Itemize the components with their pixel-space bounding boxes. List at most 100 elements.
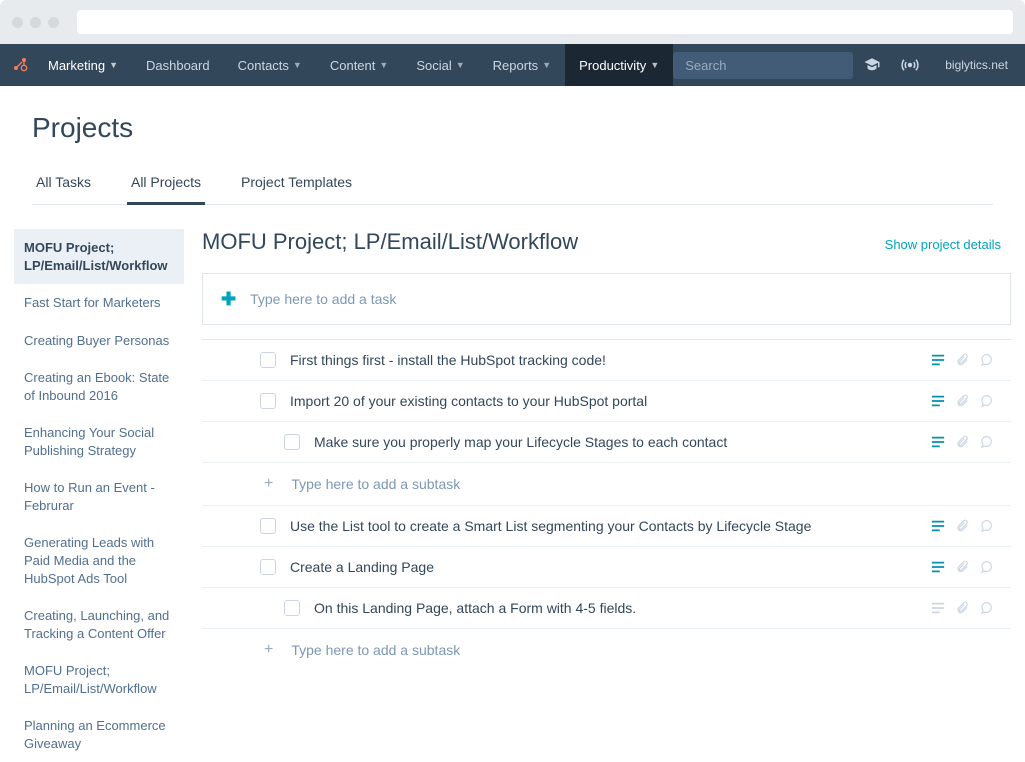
sidebar-item[interactable]: Creating an Ebook: State of Inbound 2016: [14, 359, 184, 414]
attachment-icon[interactable]: [955, 601, 969, 615]
task-text: Import 20 of your existing contacts to y…: [290, 393, 931, 409]
task-row[interactable]: Import 20 of your existing contacts to y…: [202, 380, 1011, 421]
attachment-icon[interactable]: [955, 394, 969, 408]
comment-icon[interactable]: [979, 560, 993, 574]
nav-social[interactable]: Social▼: [402, 44, 478, 86]
add-subtask-row[interactable]: + Type here to add a subtask: [202, 462, 1011, 505]
task-actions: [931, 394, 1001, 408]
plus-icon: ✚: [221, 290, 236, 308]
nav-contacts[interactable]: Contacts▼: [224, 44, 316, 86]
comment-icon[interactable]: [979, 435, 993, 449]
chevron-down-icon: ▼: [109, 60, 118, 70]
nav-content[interactable]: Content▼: [316, 44, 402, 86]
task-text: First things first - install the HubSpot…: [290, 352, 931, 368]
task-actions: [931, 353, 1001, 367]
sidebar-item[interactable]: MOFU Project; LP/Email/List/Workflow: [14, 229, 184, 284]
task-text: Make sure you properly map your Lifecycl…: [314, 434, 931, 450]
add-task-placeholder: Type here to add a task: [250, 291, 396, 307]
project-title: MOFU Project; LP/Email/List/Workflow: [202, 229, 578, 255]
comment-icon[interactable]: [979, 353, 993, 367]
task-actions: [931, 560, 1001, 574]
description-icon[interactable]: [931, 353, 945, 367]
comment-icon[interactable]: [979, 601, 993, 615]
broadcast-icon[interactable]: [891, 56, 929, 74]
task-text: Create a Landing Page: [290, 559, 931, 575]
search-input[interactable]: [673, 52, 853, 79]
url-bar[interactable]: [77, 10, 1013, 34]
comment-icon[interactable]: [979, 394, 993, 408]
sidebar-item[interactable]: How to Run an Event - Februrar: [14, 469, 184, 524]
description-icon[interactable]: [931, 560, 945, 574]
tab-all-projects[interactable]: All Projects: [127, 164, 205, 205]
task-checkbox[interactable]: [260, 518, 276, 534]
add-task-row[interactable]: ✚ Type here to add a task: [202, 273, 1011, 325]
maximize-window-icon[interactable]: [48, 17, 59, 28]
attachment-icon[interactable]: [955, 560, 969, 574]
task-row[interactable]: On this Landing Page, attach a Form with…: [202, 587, 1011, 628]
page-title: Projects: [32, 112, 993, 144]
main-layout: MOFU Project; LP/Email/List/Workflow Fas…: [0, 205, 1025, 762]
tab-all-tasks[interactable]: All Tasks: [32, 164, 95, 205]
task-checkbox[interactable]: [284, 434, 300, 450]
attachment-icon[interactable]: [955, 435, 969, 449]
description-icon[interactable]: [931, 435, 945, 449]
hubspot-logo-icon[interactable]: [12, 56, 28, 75]
nav-label: Marketing: [48, 58, 105, 73]
chevron-down-icon: ▼: [542, 60, 551, 70]
academy-icon[interactable]: [853, 56, 891, 74]
add-subtask-row[interactable]: + Type here to add a subtask: [202, 628, 1011, 671]
browser-chrome: [0, 0, 1025, 44]
content-header: MOFU Project; LP/Email/List/Workflow Sho…: [202, 229, 1011, 255]
minimize-window-icon[interactable]: [30, 17, 41, 28]
chevron-down-icon: ▼: [456, 60, 465, 70]
plus-icon: +: [264, 641, 273, 659]
sidebar-item[interactable]: Creating Buyer Personas: [14, 322, 184, 360]
sidebar-item[interactable]: Fast Start for Marketers: [14, 284, 184, 322]
task-actions: [931, 601, 1001, 615]
nav-marketing[interactable]: Marketing ▼: [34, 44, 132, 86]
chevron-down-icon: ▼: [650, 60, 659, 70]
task-row[interactable]: Use the List tool to create a Smart List…: [202, 505, 1011, 546]
task-checkbox[interactable]: [284, 600, 300, 616]
chevron-down-icon: ▼: [379, 60, 388, 70]
sidebar-item[interactable]: MOFU Project; LP/Email/List/Workflow: [14, 652, 184, 707]
content: MOFU Project; LP/Email/List/Workflow Sho…: [202, 229, 1011, 762]
sidebar-item[interactable]: Generating Leads with Paid Media and the…: [14, 524, 184, 597]
comment-icon[interactable]: [979, 519, 993, 533]
sidebar-item[interactable]: Creating, Launching, and Tracking a Cont…: [14, 597, 184, 652]
nav-reports[interactable]: Reports▼: [479, 44, 565, 86]
task-list: First things first - install the HubSpot…: [202, 339, 1011, 671]
close-window-icon[interactable]: [12, 17, 23, 28]
plus-icon: +: [264, 475, 273, 493]
add-subtask-placeholder: Type here to add a subtask: [291, 476, 460, 492]
tab-project-templates[interactable]: Project Templates: [237, 164, 356, 205]
top-nav: Marketing ▼ Dashboard Contacts▼ Content▼…: [0, 44, 1025, 86]
attachment-icon[interactable]: [955, 519, 969, 533]
task-row[interactable]: First things first - install the HubSpot…: [202, 339, 1011, 380]
chevron-down-icon: ▼: [293, 60, 302, 70]
task-checkbox[interactable]: [260, 352, 276, 368]
domain-label[interactable]: biglytics.net: [945, 58, 1008, 72]
attachment-icon[interactable]: [955, 353, 969, 367]
add-subtask-placeholder: Type here to add a subtask: [291, 642, 460, 658]
description-icon[interactable]: [931, 601, 945, 615]
sidebar-item[interactable]: Enhancing Your Social Publishing Strateg…: [14, 414, 184, 469]
description-icon[interactable]: [931, 519, 945, 533]
task-checkbox[interactable]: [260, 393, 276, 409]
nav-productivity[interactable]: Productivity▼: [565, 44, 673, 86]
task-row[interactable]: Make sure you properly map your Lifecycl…: [202, 421, 1011, 462]
tabs: All Tasks All Projects Project Templates: [32, 164, 993, 205]
task-actions: [931, 435, 1001, 449]
sidebar: MOFU Project; LP/Email/List/Workflow Fas…: [14, 229, 184, 762]
task-checkbox[interactable]: [260, 559, 276, 575]
nav-dashboard[interactable]: Dashboard: [132, 44, 224, 86]
sidebar-item[interactable]: Planning an Ecommerce Giveaway: [14, 707, 184, 762]
task-actions: [931, 519, 1001, 533]
show-details-link[interactable]: Show project details: [885, 237, 1001, 252]
task-text: Use the List tool to create a Smart List…: [290, 518, 931, 534]
task-text: On this Landing Page, attach a Form with…: [314, 600, 931, 616]
page-header: Projects All Tasks All Projects Project …: [0, 86, 1025, 205]
task-row[interactable]: Create a Landing Page: [202, 546, 1011, 587]
traffic-lights: [12, 17, 59, 28]
description-icon[interactable]: [931, 394, 945, 408]
